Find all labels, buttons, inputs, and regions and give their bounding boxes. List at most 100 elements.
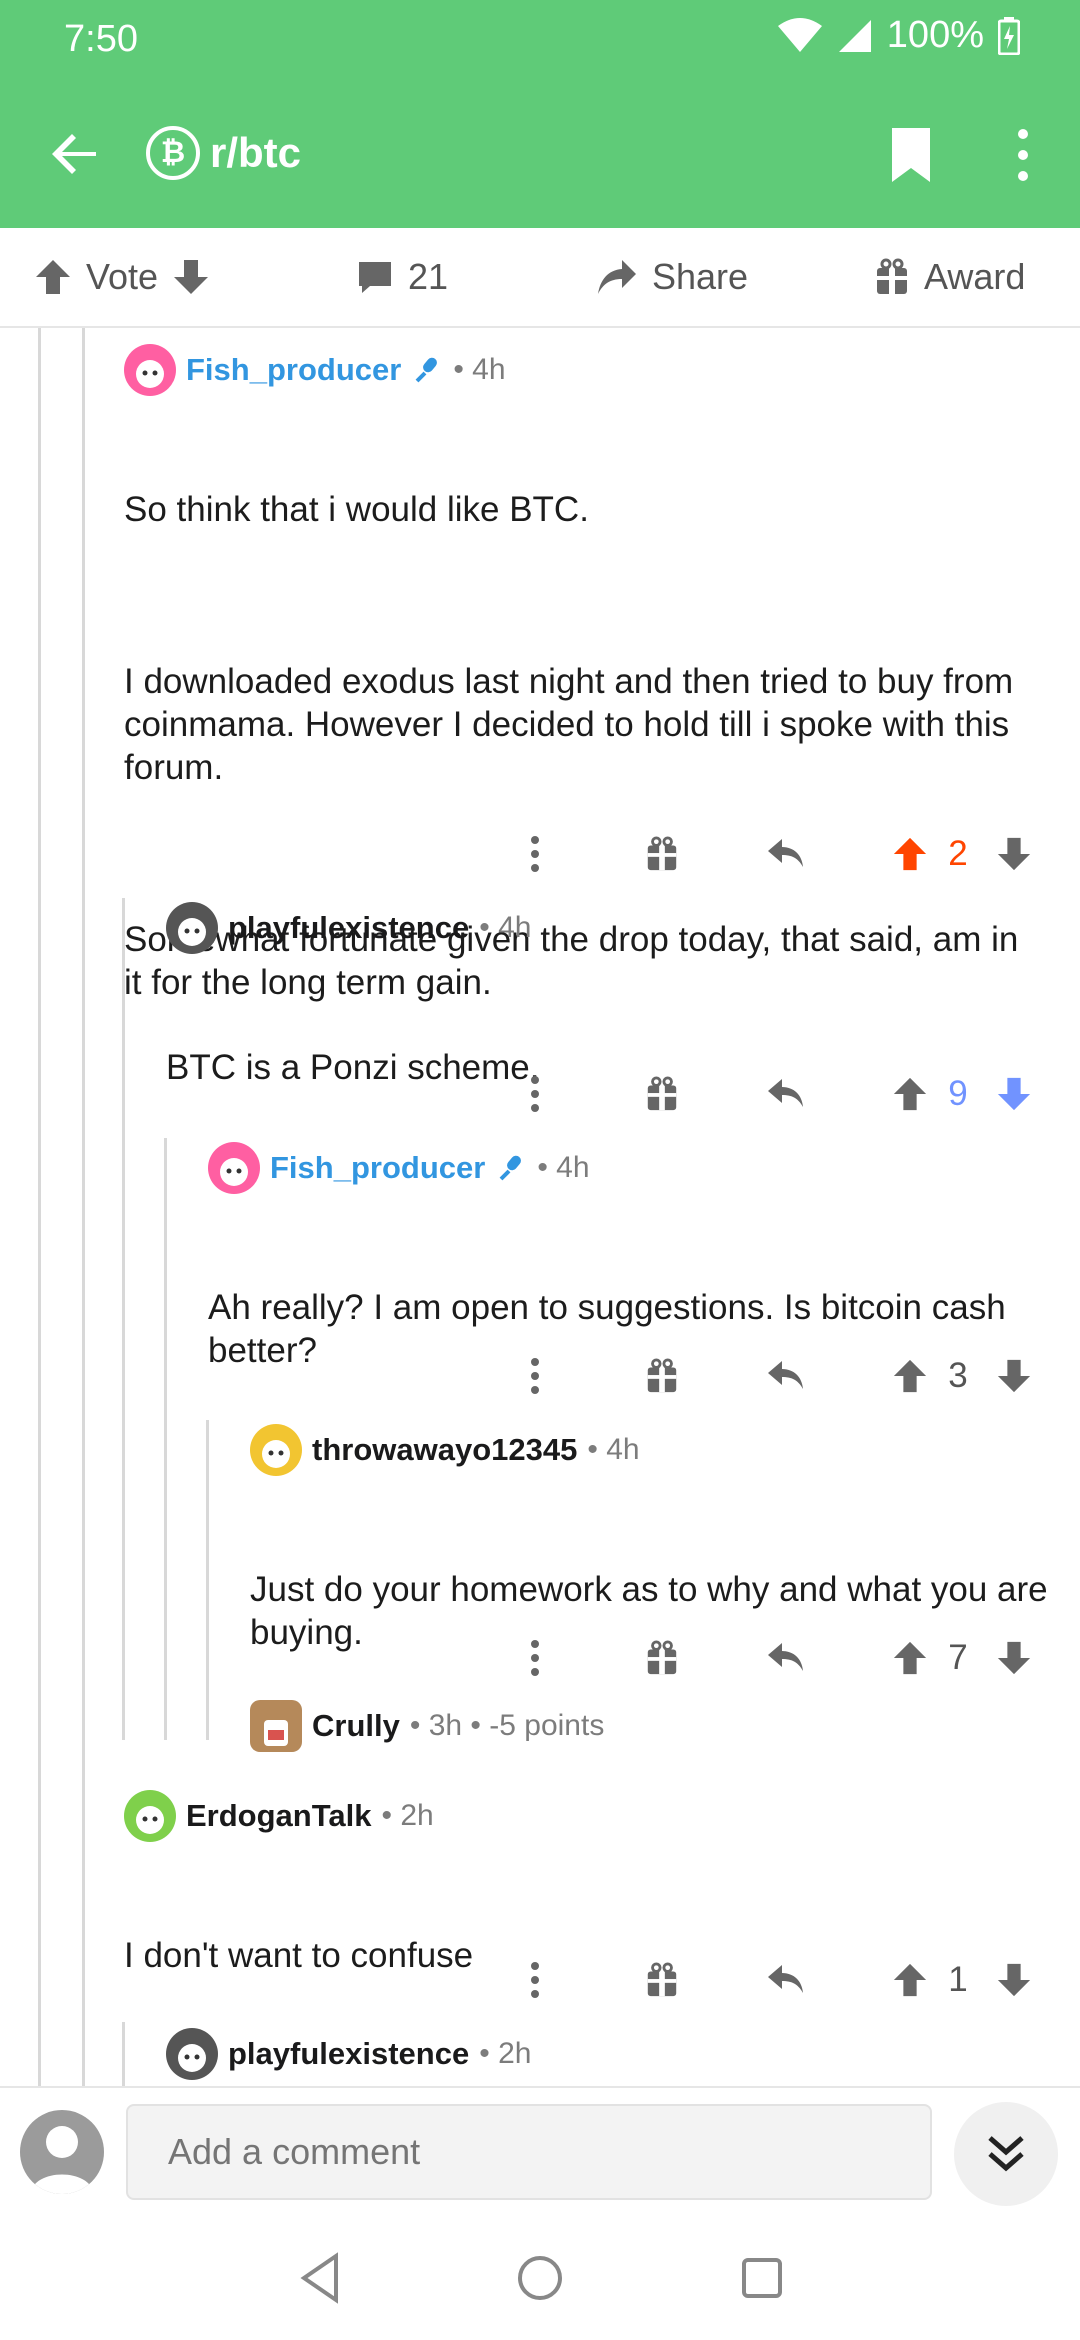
comment-thread: Fish_producer • 4h So think that i would…	[0, 328, 1080, 2086]
reply-icon[interactable]	[764, 1628, 808, 1688]
avatar[interactable]	[250, 1700, 302, 1752]
comment-score: 3	[948, 1356, 968, 1395]
battery-charging-icon	[998, 16, 1020, 55]
comment-score: 1	[948, 1960, 968, 1999]
comment-author[interactable]: Crully	[312, 1708, 400, 1744]
comment-composer	[0, 2086, 1080, 2216]
nav-back-icon[interactable]	[290, 2246, 354, 2310]
comment-time: 4h	[498, 911, 532, 944]
microphone-icon	[499, 1155, 522, 1181]
comment: ErdoganTalk • 2h I don't want to confuse	[124, 1788, 1024, 2063]
comment-meta: • 4h	[479, 911, 532, 944]
comment-author[interactable]: playfulexistence	[228, 2036, 469, 2072]
gift-icon[interactable]	[642, 824, 682, 884]
upvote-icon[interactable]	[890, 1064, 930, 1124]
comment-icon	[359, 262, 391, 293]
comment: playfulexistence • 2h	[166, 2026, 1046, 2082]
comment-score: 9	[948, 1074, 968, 1113]
app-bar: ₿ r/btc	[0, 80, 1080, 228]
comment-meta: • 4h	[537, 1151, 590, 1184]
award-button[interactable]: Award	[874, 227, 1025, 327]
comments-button[interactable]: 21	[356, 227, 448, 327]
more-vertical-icon[interactable]	[998, 124, 1048, 186]
comment-meta: • 4h	[453, 353, 506, 386]
reply-icon[interactable]	[764, 1346, 808, 1406]
arrow-left-icon[interactable]	[44, 122, 108, 186]
comment-input[interactable]	[126, 2104, 932, 2200]
comment-author[interactable]: ErdoganTalk	[186, 1798, 371, 1834]
avatar[interactable]	[124, 1790, 176, 1842]
reply-icon[interactable]	[764, 1064, 808, 1124]
more-vertical-icon[interactable]	[520, 824, 550, 884]
bookmark-icon[interactable]	[886, 124, 936, 186]
avatar[interactable]	[208, 1142, 260, 1194]
microphone-icon	[415, 357, 438, 383]
downvote-icon[interactable]	[994, 1346, 1034, 1406]
gift-icon[interactable]	[642, 1064, 682, 1124]
thread-line	[82, 328, 85, 2086]
subreddit-link[interactable]: ₿ r/btc	[146, 126, 301, 180]
comment-time: 3h	[428, 1709, 463, 1742]
comment-score: 7	[948, 1638, 968, 1677]
upvote-icon[interactable]	[890, 1628, 930, 1688]
comment-time: 4h	[606, 1433, 640, 1466]
reply-icon[interactable]	[764, 1950, 808, 2010]
upvote-icon[interactable]	[34, 258, 72, 296]
gift-icon	[877, 258, 907, 294]
comment: throwawayo12345 • 4h Just do your homewo…	[250, 1422, 1050, 1740]
share-icon	[598, 260, 636, 294]
nav-recents-icon[interactable]	[730, 2246, 794, 2310]
battery-text: 100%	[886, 14, 984, 56]
downvote-icon[interactable]	[994, 824, 1034, 884]
gift-icon[interactable]	[642, 1950, 682, 2010]
downvote-icon[interactable]	[994, 1950, 1034, 2010]
award-label: Award	[924, 256, 1026, 297]
more-vertical-icon[interactable]	[520, 1628, 550, 1688]
comment-time: 2h	[498, 2037, 532, 2070]
thread-line	[38, 328, 41, 2086]
comment-actions: 1	[520, 1950, 1040, 2010]
comment-meta: • 2h	[381, 1799, 434, 1832]
comment-author[interactable]: throwawayo12345	[312, 1432, 577, 1468]
avatar[interactable]	[250, 1424, 302, 1476]
user-avatar[interactable]	[20, 2110, 104, 2194]
double-chevron-down-icon	[988, 2136, 1024, 2172]
avatar[interactable]	[166, 2028, 218, 2080]
avatar[interactable]	[124, 344, 176, 396]
more-vertical-icon[interactable]	[520, 1346, 550, 1406]
comment-author[interactable]: Fish_producer	[186, 352, 401, 388]
system-nav-bar	[0, 2216, 1080, 2340]
status-time: 7:50	[64, 18, 138, 60]
gift-icon[interactable]	[642, 1346, 682, 1406]
comment-score: 2	[948, 834, 968, 873]
subreddit-name: r/btc	[210, 129, 302, 176]
comment-time: 2h	[400, 1799, 434, 1832]
downvote-icon[interactable]	[994, 1064, 1034, 1124]
upvote-icon[interactable]	[890, 1346, 930, 1406]
comment-meta: • 2h	[479, 2037, 532, 2070]
comment-time: 4h	[472, 353, 506, 386]
nav-home-icon[interactable]	[508, 2246, 572, 2310]
downvote-icon[interactable]	[994, 1628, 1034, 1688]
gift-icon[interactable]	[642, 1628, 682, 1688]
wifi-icon	[777, 17, 822, 52]
collapse-threads-button[interactable]	[954, 2102, 1058, 2206]
reply-icon[interactable]	[764, 824, 808, 884]
comment-author[interactable]: Fish_producer	[270, 1150, 485, 1186]
more-vertical-icon[interactable]	[520, 1950, 550, 2010]
comment-actions: 3	[520, 1346, 1040, 1406]
avatar[interactable]	[166, 902, 218, 954]
upvote-icon[interactable]	[890, 1950, 930, 2010]
upvote-icon[interactable]	[890, 824, 930, 884]
more-vertical-icon[interactable]	[520, 1064, 550, 1124]
downvote-icon[interactable]	[172, 258, 210, 296]
collapsed-comment[interactable]: Crully • 3h • -5 points	[250, 1698, 1050, 1754]
post-action-bar: Vote 21 Share Award	[0, 228, 1080, 328]
vote-label: Vote	[86, 256, 159, 297]
comment-time: 4h	[556, 1151, 590, 1184]
signal-icon	[838, 19, 871, 52]
comment-author[interactable]: playfulexistence	[228, 910, 469, 946]
status-bar: 7:50 100%	[0, 0, 1080, 80]
share-button[interactable]: Share	[596, 227, 748, 327]
comment-meta: • 4h	[587, 1433, 640, 1466]
